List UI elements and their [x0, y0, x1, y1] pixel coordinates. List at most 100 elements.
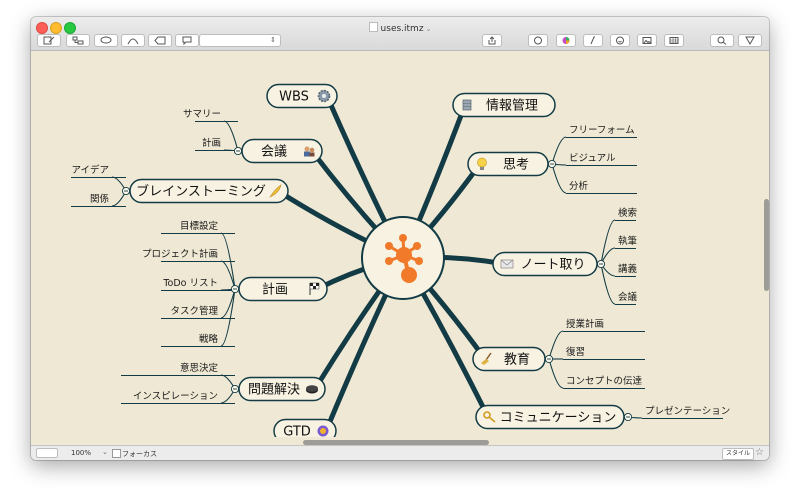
share-icon — [488, 36, 496, 45]
topic-label[interactable]: ノート取り — [520, 258, 585, 273]
subtopic-label[interactable]: プロジェクト計画 — [142, 248, 218, 260]
topic-node[interactable]: WBS — [266, 83, 338, 109]
subtopic-branch — [600, 219, 616, 265]
topic-node[interactable]: 思考 — [467, 151, 549, 177]
subtopic-branch — [551, 163, 567, 194]
sidebar-toggle-button[interactable] — [36, 448, 58, 458]
app-window: uses.itmz ⌄ ⇕ サマリー 計画 アイデア 関係 目標設定 プロジェク… — [31, 17, 769, 460]
subtopic-label[interactable]: 意思決定 — [180, 362, 219, 374]
subtopic-label[interactable]: ToDo リスト — [162, 278, 218, 289]
topic-label[interactable]: 問題解決 — [248, 383, 300, 398]
subtopic-icon — [72, 36, 84, 45]
topic-label[interactable]: 思考 — [503, 158, 529, 173]
subtopic-button[interactable] — [66, 34, 90, 47]
zoom-chevron-icon[interactable]: ⌄ — [102, 448, 108, 456]
filter-button[interactable] — [738, 34, 762, 47]
subtopic-branch — [551, 136, 567, 165]
subtopic-label[interactable]: 目標設定 — [180, 220, 219, 232]
color-wheel-icon — [562, 37, 570, 44]
topic-label[interactable]: ブレインストーミング — [136, 184, 266, 200]
comment-button[interactable] — [175, 34, 199, 47]
envelope-icon — [500, 259, 514, 269]
callout-icon — [100, 36, 112, 44]
subtopic-branch — [548, 330, 564, 360]
hockey-puck-icon — [306, 385, 318, 394]
new-topic-button[interactable] — [37, 34, 61, 47]
paint-icon — [534, 36, 542, 45]
focus-checkbox[interactable] — [112, 449, 121, 458]
subtopic-label[interactable]: 授業計画 — [566, 318, 604, 330]
topic-label[interactable]: 計画 — [262, 282, 288, 298]
subtopic-label[interactable]: アイデア — [71, 164, 109, 176]
topic-label[interactable]: GTD — [283, 425, 311, 438]
gear-icon — [317, 89, 331, 103]
emoji-button[interactable] — [610, 34, 630, 47]
topic-node[interactable]: GTD — [273, 418, 337, 438]
topic-node[interactable]: 計画 — [238, 276, 328, 302]
subtopic-label[interactable]: ビジュアル — [569, 153, 616, 164]
relationship-button[interactable] — [121, 34, 145, 47]
subtopic-label[interactable]: 分析 — [569, 180, 589, 192]
central-topic[interactable] — [361, 216, 445, 300]
search-button[interactable] — [710, 34, 734, 47]
boundary-button[interactable] — [148, 34, 172, 47]
title-menu-chevron-icon: ⌄ — [425, 25, 432, 33]
title-bar: uses.itmz ⌄ ⇕ — [31, 17, 769, 51]
share-button[interactable] — [482, 34, 502, 47]
mind-map-canvas[interactable]: サマリー計画アイデア関係目標設定プロジェクト計画ToDo リストタスク管理戦略意… — [31, 51, 769, 437]
subtopic-branch — [548, 358, 564, 389]
topic-label[interactable]: 教育 — [504, 352, 530, 368]
topic-node[interactable]: 会議 — [241, 138, 323, 164]
topic-label[interactable]: 情報管理 — [486, 99, 538, 114]
subtopic-label[interactable]: 復習 — [566, 346, 585, 358]
search-icon — [717, 36, 727, 45]
zoom-level[interactable]: 100% — [71, 449, 91, 457]
subtopic-label[interactable]: 戦略 — [199, 333, 219, 345]
vertical-scrollbar[interactable] — [764, 199, 769, 291]
database-icon — [462, 99, 472, 111]
subtopic-label[interactable]: インスピレーション — [133, 391, 218, 402]
fonts-button[interactable] — [583, 34, 603, 47]
topic-node[interactable]: コミュニケーション — [475, 404, 625, 430]
topic-label[interactable]: 会議 — [261, 145, 287, 160]
subtopic-label[interactable]: 関係 — [90, 194, 110, 205]
palette-button[interactable] — [528, 34, 548, 47]
subtopic-label[interactable]: コンセプトの伝達 — [566, 375, 643, 387]
topic-node[interactable]: ノート取り — [492, 251, 598, 277]
smiley-icon — [616, 36, 624, 45]
font-icon — [590, 36, 595, 45]
topic-node[interactable]: 情報管理 — [452, 92, 556, 118]
subtopic-label[interactable]: 会議 — [618, 291, 638, 303]
style-button[interactable]: スタイル — [722, 448, 754, 460]
window-title-area[interactable]: uses.itmz ⌄ — [31, 22, 769, 34]
table-button[interactable] — [664, 34, 684, 47]
topic-node[interactable]: ブレインストーミング — [129, 178, 289, 204]
subtopic-label[interactable]: サマリー — [183, 109, 221, 120]
callout-topic-button[interactable] — [94, 34, 118, 47]
orb-icon — [317, 425, 329, 437]
table-icon — [669, 37, 679, 44]
subtopic-label[interactable]: フリーフォーム — [569, 125, 635, 136]
subtopic-branch — [223, 120, 239, 152]
subtopic-label[interactable]: 計画 — [202, 137, 221, 149]
document-icon — [368, 22, 378, 32]
topic-label[interactable]: WBS — [279, 90, 309, 105]
subtopic-label[interactable]: 検索 — [618, 207, 637, 219]
subtopic-label[interactable]: 執筆 — [618, 235, 638, 247]
boundary-icon — [154, 36, 166, 45]
favorite-star-icon[interactable]: ☆ — [755, 447, 764, 458]
picture-icon — [642, 37, 652, 44]
topic-node[interactable]: 問題解決 — [238, 376, 326, 402]
subtopic-branch — [600, 263, 616, 305]
topic-node[interactable]: 教育 — [472, 346, 546, 372]
topic-label[interactable]: コミュニケーション — [500, 411, 617, 426]
colors-button[interactable] — [556, 34, 576, 47]
style-select[interactable]: ⇕ — [199, 34, 281, 47]
subtopic-label[interactable]: タスク管理 — [170, 305, 218, 317]
window-title: uses.itmz — [380, 24, 424, 34]
image-button[interactable] — [637, 34, 657, 47]
subtopic-label[interactable]: プレゼンテーション — [645, 405, 730, 417]
subtopic-label[interactable]: 講義 — [618, 263, 638, 275]
select-arrows-icon: ⇕ — [270, 36, 276, 44]
status-bar: 100% ⌄ フォーカス スタイル ☆ — [31, 445, 769, 460]
